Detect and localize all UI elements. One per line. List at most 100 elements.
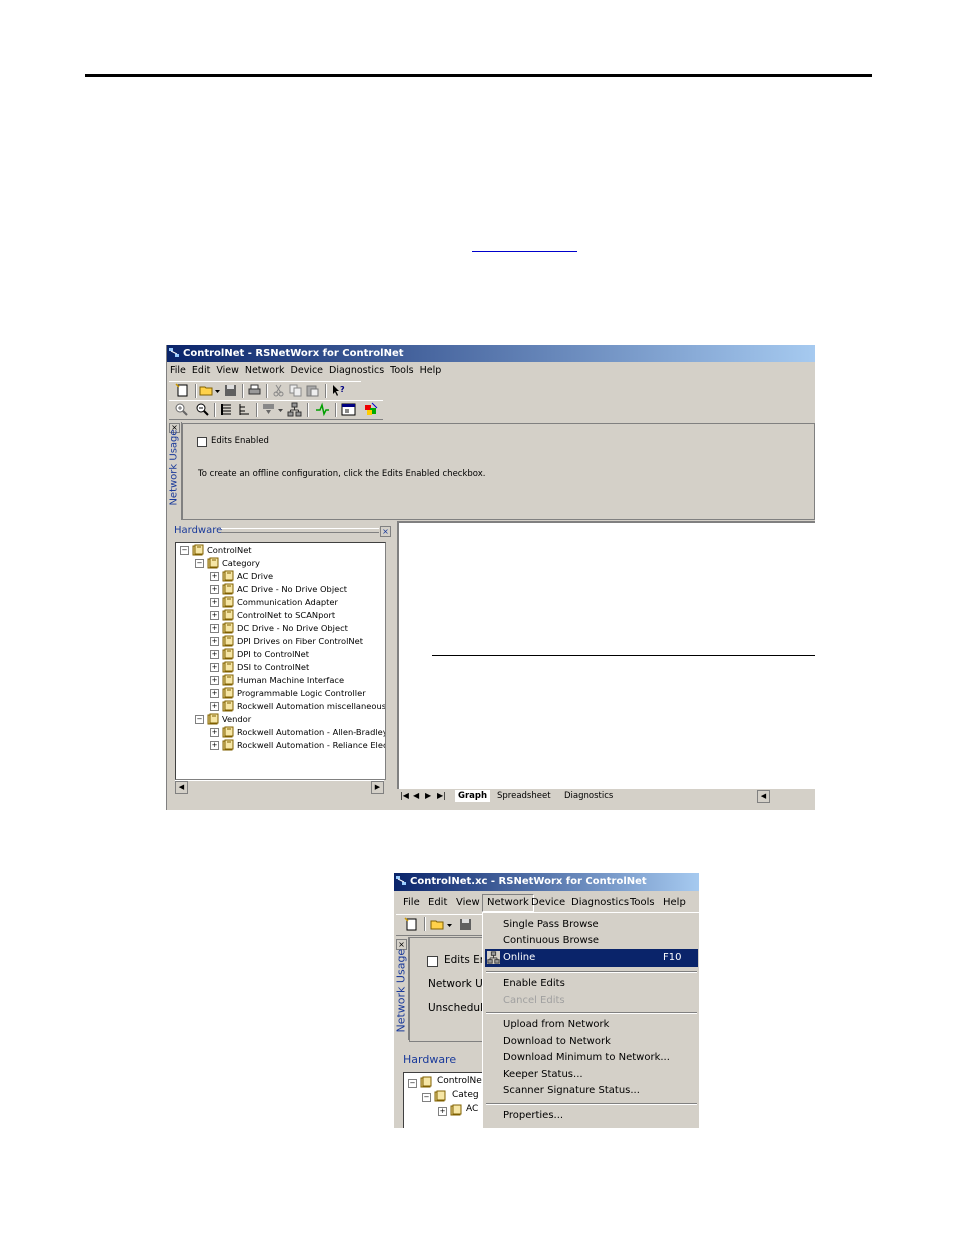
- menu-item-keeper-status[interactable]: Keeper Status...: [503, 1068, 583, 1082]
- tree-expander[interactable]: +: [438, 1107, 447, 1116]
- scroll-right-icon[interactable]: ▶: [371, 781, 384, 794]
- paste-icon[interactable]: [305, 383, 320, 398]
- hyperlink-underline[interactable]: [472, 251, 577, 252]
- menu-item-enable-edits[interactable]: Enable Edits: [503, 977, 565, 991]
- tree-node-label[interactable]: AC: [466, 1104, 478, 1114]
- tree-expander[interactable]: +: [210, 598, 219, 607]
- menu-network[interactable]: Network: [482, 894, 534, 912]
- close-icon[interactable]: ×: [380, 526, 391, 537]
- network-graph-view[interactable]: [397, 521, 815, 790]
- horizontal-scrollbar[interactable]: ◀ ▶: [175, 780, 384, 794]
- tree-expander[interactable]: −: [195, 715, 204, 724]
- menu-item-upload-from-network[interactable]: Upload from Network: [503, 1018, 609, 1032]
- menu-edit[interactable]: Edit: [428, 894, 447, 912]
- first-tab-icon[interactable]: |◀: [400, 790, 409, 802]
- tree-expander[interactable]: −: [408, 1079, 417, 1088]
- print-icon[interactable]: [247, 383, 262, 398]
- menu-item-scanner-signature-status[interactable]: Scanner Signature Status...: [503, 1084, 640, 1098]
- menu-device[interactable]: Device: [288, 365, 327, 376]
- tree-node-label[interactable]: Category: [222, 557, 260, 570]
- hardware-tree[interactable]: − ControlNet − Category + AC Drive + AC Drive -…: [175, 542, 386, 780]
- color-tool-icon[interactable]: [364, 402, 379, 417]
- menu-item-download-to-network[interactable]: Download to Network: [503, 1035, 611, 1049]
- menu-tools[interactable]: Tools: [387, 365, 416, 376]
- menu-item-properties[interactable]: Properties...: [503, 1109, 563, 1123]
- menu-item-download-minimum[interactable]: Download Minimum to Network...: [503, 1051, 670, 1065]
- open-folder-icon[interactable]: [199, 383, 214, 398]
- tab-spreadsheet[interactable]: Spreadsheet: [497, 790, 551, 802]
- menu-diagnostics[interactable]: Diagnostics: [326, 365, 387, 376]
- menu-help[interactable]: Help: [663, 894, 686, 912]
- save-icon[interactable]: [223, 383, 238, 398]
- scroll-left-icon[interactable]: ◀: [175, 781, 188, 794]
- last-tab-icon[interactable]: ▶|: [437, 790, 446, 802]
- menu-file[interactable]: File: [403, 894, 420, 912]
- tree-expander[interactable]: +: [210, 650, 219, 659]
- tree-expander[interactable]: −: [422, 1093, 431, 1102]
- cut-icon[interactable]: [271, 383, 286, 398]
- prev-tab-icon[interactable]: ◀: [413, 790, 419, 802]
- list-view-icon[interactable]: [219, 402, 234, 417]
- tree-node-label[interactable]: Rockwell Automation miscellaneous: [237, 700, 385, 713]
- menu-item-online[interactable]: Online: [503, 951, 535, 965]
- menu-network[interactable]: Network: [242, 365, 288, 376]
- menu-item-single-pass-browse[interactable]: Single Pass Browse: [503, 918, 599, 932]
- edits-enabled-checkbox[interactable]: [197, 437, 207, 447]
- tree-expander[interactable]: +: [210, 741, 219, 750]
- tree-expander[interactable]: +: [210, 624, 219, 633]
- tree-expander[interactable]: −: [180, 546, 189, 555]
- new-file-icon[interactable]: [404, 917, 419, 932]
- copy-icon[interactable]: [288, 383, 303, 398]
- menu-help[interactable]: Help: [417, 365, 445, 376]
- tab-diagnostics[interactable]: Diagnostics: [564, 790, 613, 802]
- new-file-icon[interactable]: [175, 383, 190, 398]
- tree-expander[interactable]: +: [210, 611, 219, 620]
- menu-device[interactable]: Device: [531, 894, 565, 912]
- dropdown-arrow-icon[interactable]: [214, 383, 221, 398]
- hardware-tree[interactable]: − ControlNe − Categ + AC: [403, 1072, 489, 1128]
- open-folder-icon[interactable]: [430, 917, 445, 932]
- download-icon[interactable]: [261, 402, 276, 417]
- tree-node-label[interactable]: ControlNet to SCANport: [237, 609, 335, 622]
- menu-item-continuous-browse[interactable]: Continuous Browse: [503, 934, 599, 948]
- tree-node-label[interactable]: Programmable Logic Controller: [237, 687, 366, 700]
- tree-node-label[interactable]: Vendor: [222, 713, 251, 726]
- dropdown-arrow-icon[interactable]: [277, 402, 284, 417]
- next-tab-icon[interactable]: ▶: [425, 790, 431, 802]
- tree-view-icon[interactable]: [237, 402, 252, 417]
- edits-enabled-checkbox[interactable]: [427, 956, 438, 967]
- tree-node-label[interactable]: Communication Adapter: [237, 596, 338, 609]
- diagnostics-pulse-icon[interactable]: [315, 402, 330, 417]
- tree-node-label[interactable]: AC Drive - No Drive Object: [237, 583, 347, 596]
- tree-node-label[interactable]: DSI to ControlNet: [237, 661, 309, 674]
- tree-expander[interactable]: +: [210, 663, 219, 672]
- tree-expander[interactable]: +: [210, 676, 219, 685]
- tree-node-label[interactable]: DPI Drives on Fiber ControlNet: [237, 635, 363, 648]
- tree-node-label[interactable]: DPI to ControlNet: [237, 648, 309, 661]
- tree-node-label[interactable]: AC Drive: [237, 570, 273, 583]
- tree-expander[interactable]: −: [195, 559, 204, 568]
- tree-expander[interactable]: +: [210, 572, 219, 581]
- tree-node-label[interactable]: Rockwell Automation - Reliance Electri: [237, 739, 385, 752]
- menu-tools[interactable]: Tools: [630, 894, 655, 912]
- menu-diagnostics[interactable]: Diagnostics: [571, 894, 629, 912]
- menu-edit[interactable]: Edit: [189, 365, 213, 376]
- zoom-out-icon[interactable]: [195, 402, 210, 417]
- zoom-in-icon[interactable]: [174, 402, 189, 417]
- menu-view[interactable]: View: [456, 894, 480, 912]
- tab-graph[interactable]: Graph: [455, 790, 491, 802]
- scroll-left-icon[interactable]: ◀: [757, 790, 770, 803]
- tree-node-label[interactable]: Human Machine Interface: [237, 674, 344, 687]
- tree-expander[interactable]: +: [210, 702, 219, 711]
- whats-this-help-icon[interactable]: ?: [331, 383, 346, 398]
- tree-node-label[interactable]: ControlNe: [437, 1076, 482, 1086]
- menu-file[interactable]: File: [167, 365, 189, 376]
- tree-expander[interactable]: +: [210, 637, 219, 646]
- network-online-icon[interactable]: [287, 402, 302, 417]
- dropdown-arrow-icon[interactable]: [446, 917, 453, 932]
- tree-expander[interactable]: +: [210, 585, 219, 594]
- tree-node-label[interactable]: DC Drive - No Drive Object: [237, 622, 348, 635]
- window-properties-icon[interactable]: [341, 402, 356, 417]
- tree-node-label[interactable]: Categ: [452, 1090, 479, 1100]
- tree-node-label[interactable]: ControlNet: [207, 544, 252, 557]
